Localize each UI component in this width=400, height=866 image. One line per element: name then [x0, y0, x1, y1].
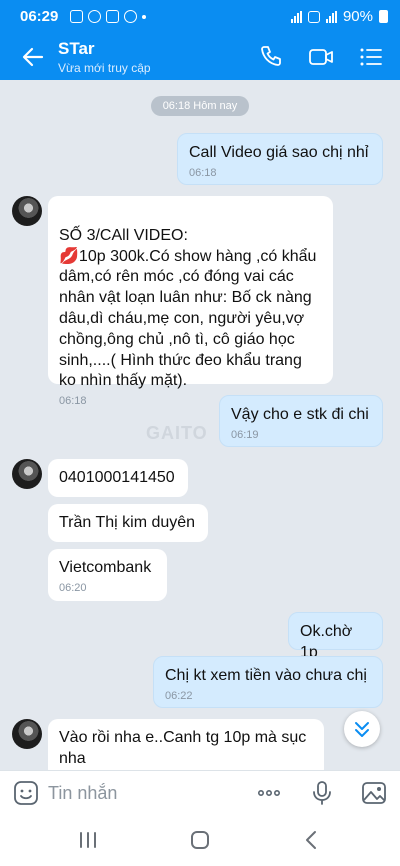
- message-bubble-outgoing[interactable]: Chị kt xem tiền vào chưa chị 06:22: [153, 656, 383, 708]
- menu-list-icon[interactable]: [358, 44, 384, 70]
- battery-icon: [379, 10, 388, 23]
- status-time: 06:29: [20, 8, 59, 25]
- back-arrow-icon[interactable]: [20, 44, 46, 70]
- chat-header: STar Vừa mới truy cập: [0, 34, 400, 80]
- message-text: Trần Thị kim duyên: [59, 514, 196, 531]
- back-nav-icon[interactable]: [300, 828, 324, 852]
- message-text: Call Video giá sao chị nhỉ: [189, 144, 369, 161]
- message-time: 06:18: [189, 166, 217, 179]
- message-time: 06:20: [59, 581, 87, 594]
- contact-avatar[interactable]: [12, 719, 42, 749]
- message-input-bar: [0, 770, 400, 814]
- shield-icon: [70, 10, 83, 23]
- volte-icon: [307, 10, 320, 23]
- message-time: 06:22: [165, 689, 193, 702]
- phone-call-icon[interactable]: [258, 44, 284, 70]
- message-input[interactable]: [48, 779, 238, 807]
- message-bubble-incoming[interactable]: 0401000141450: [48, 459, 188, 497]
- message-bubble-outgoing[interactable]: Call Video giá sao chị nhỉ 06:18: [177, 133, 383, 185]
- message-text: Vietcombank: [59, 559, 152, 576]
- battery-percent: 90%: [342, 8, 373, 25]
- image-gallery-icon[interactable]: [360, 779, 388, 807]
- message-time: 06:19: [231, 428, 259, 441]
- system-nav-bar: [0, 814, 400, 866]
- cell-signal-icon: [325, 10, 337, 23]
- home-icon[interactable]: [188, 828, 212, 852]
- message-text: 0401000141450: [59, 469, 175, 486]
- message-bubble-incoming[interactable]: Vietcombank 06:20: [48, 549, 167, 601]
- message-text: Chị kt xem tiền vào chưa chị: [165, 667, 367, 684]
- contact-name[interactable]: STar: [58, 39, 95, 59]
- more-options-icon[interactable]: [255, 779, 283, 807]
- dot-icon: [142, 15, 146, 19]
- gallery-icon: [106, 10, 119, 23]
- message-bubble-incoming[interactable]: SỐ 3/CAll VIDEO: 💋10p 300k.Có show hàng …: [48, 196, 333, 407]
- video-call-icon[interactable]: [308, 44, 334, 70]
- recent-apps-icon[interactable]: [76, 828, 100, 852]
- wifi-signal-icon: [290, 10, 302, 23]
- zalo-icon: [124, 10, 137, 23]
- day-separator: 06:18 Hôm nay: [151, 96, 249, 116]
- microphone-icon[interactable]: [308, 779, 336, 807]
- notification-icons: [70, 10, 146, 23]
- message-text: Vào rồi nha e..Canh tg 10p mà sục nha: [59, 729, 307, 767]
- message-bubble-outgoing[interactable]: Vậy cho e stk đi chi 06:19: [219, 395, 383, 447]
- status-bar: 06:29 90%: [0, 0, 400, 34]
- message-bubble-incoming[interactable]: Trần Thị kim duyên: [48, 504, 208, 542]
- message-text: SỐ 3/CAll VIDEO: 💋10p 300k.Có show hàng …: [59, 226, 317, 390]
- messenger-icon: [88, 10, 101, 23]
- emoji-sticker-icon[interactable]: [12, 779, 40, 807]
- contact-avatar[interactable]: [12, 196, 42, 226]
- contact-avatar[interactable]: [12, 459, 42, 489]
- scroll-to-bottom-button[interactable]: [344, 711, 380, 747]
- chat-area[interactable]: 06:18 Hôm nay GAITO Call Video giá sao c…: [0, 80, 400, 779]
- message-bubble-outgoing[interactable]: Ok.chờ 1p: [288, 612, 383, 661]
- message-text: Vậy cho e stk đi chi: [231, 406, 369, 423]
- contact-status: Vừa mới truy cập: [58, 61, 151, 75]
